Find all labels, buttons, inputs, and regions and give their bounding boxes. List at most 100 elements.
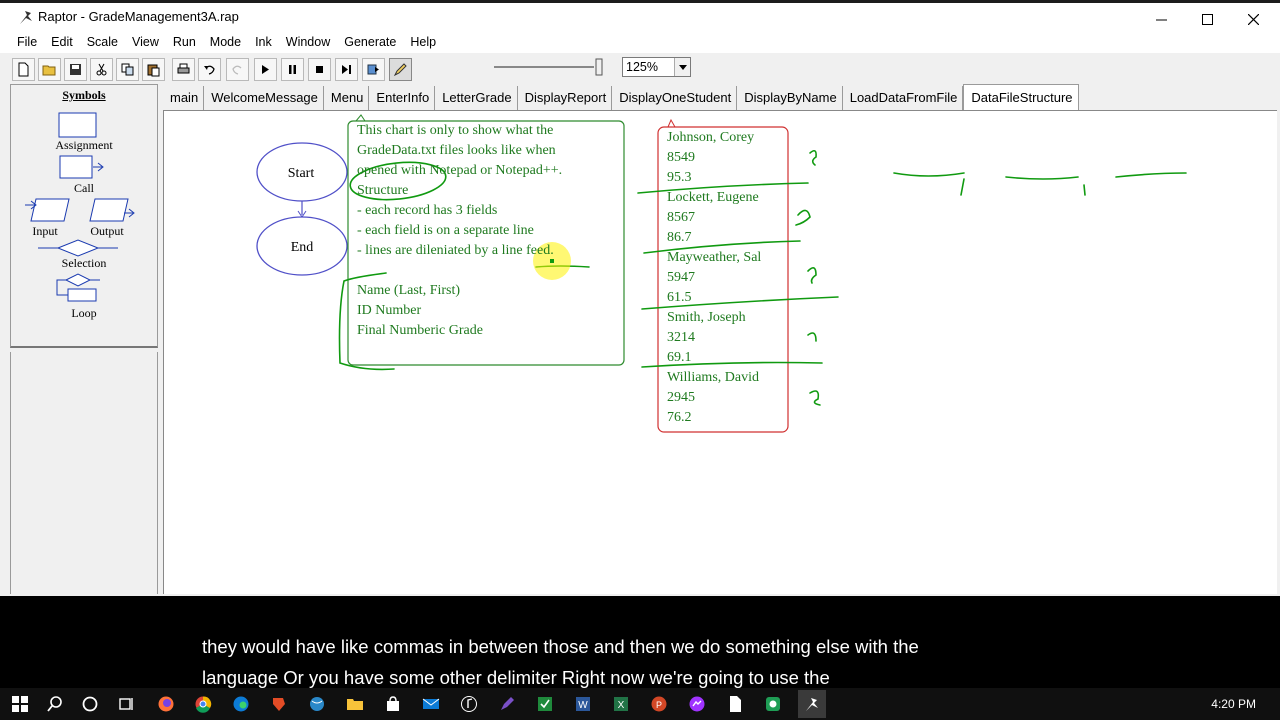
loop-label: Loop [71,306,97,320]
tab-main[interactable]: main [163,86,205,110]
taskbar-excel[interactable]: X [611,694,631,714]
new-file-icon [18,62,29,77]
menu-run[interactable]: Run [166,33,203,53]
start-button[interactable] [10,694,30,714]
comment-line: Name (Last, First) [357,283,461,298]
redo-button[interactable] [226,58,249,81]
cortana-button[interactable] [80,694,100,714]
raptor-app-icon [20,11,32,24]
tab-display-one-student[interactable]: DisplayOneStudent [612,86,738,110]
symbols-lower-area [10,352,158,594]
search-button[interactable] [45,694,65,714]
tab-welcome-message[interactable]: WelcomeMessage [204,86,324,110]
taskbar-firefox[interactable] [156,694,176,714]
tab-data-file-structure[interactable]: DataFileStructure [963,84,1079,110]
menu-file[interactable]: File [10,33,44,53]
play-icon [262,65,269,74]
step-button[interactable] [335,58,358,81]
taskbar-file-explorer[interactable] [345,694,365,714]
menu-ink[interactable]: Ink [248,33,279,53]
taskbar-raptor[interactable] [798,690,826,718]
taskbar-media[interactable] [459,694,479,714]
taskbar-app-10[interactable] [497,694,517,714]
print-button[interactable] [172,58,195,81]
record-name: Williams, David [667,370,759,385]
taskbar-powerpoint[interactable]: P [649,694,669,714]
taskbar-edge[interactable] [231,694,251,714]
task-view-button[interactable] [116,694,136,714]
step-into-button[interactable] [362,58,385,81]
call-symbol[interactable] [59,155,93,179]
output-symbol[interactable] [89,198,129,222]
stop-button[interactable] [308,58,331,81]
svg-text:W: W [578,700,588,711]
assignment-symbol[interactable] [58,112,97,138]
tab-menu[interactable]: Menu [324,86,370,110]
word-icon: W [576,697,590,711]
taskbar-camtasia[interactable] [763,694,783,714]
new-button[interactable] [12,58,35,81]
taskbar-app-5[interactable] [307,694,327,714]
taskbar-app-4[interactable] [269,694,289,714]
taskbar-app-11[interactable] [535,694,555,714]
selection-label: Selection [61,256,107,270]
redo-icon [232,65,242,75]
undo-button[interactable] [198,58,221,81]
step-into-icon [367,64,379,75]
menu-generate[interactable]: Generate [337,33,403,53]
tab-load-data-from-file[interactable]: LoadDataFromFile [843,86,964,110]
music-note-icon [461,696,477,712]
menu-edit[interactable]: Edit [44,33,80,53]
taskbar-mail[interactable] [421,694,441,714]
record-name: Lockett, Eugene [667,190,759,205]
taskbar-word[interactable]: W [573,694,593,714]
menu-mode[interactable]: Mode [203,33,248,53]
menu-window[interactable]: Window [279,33,337,53]
menu-scale[interactable]: Scale [80,33,125,53]
taskbar-chrome[interactable] [193,694,213,714]
loop-symbol[interactable] [64,273,92,287]
zoom-slider[interactable] [490,56,610,78]
taskbar-notepad[interactable] [725,694,745,714]
assignment-label: Assignment [55,138,113,152]
video-caption: they would have like commas in between t… [0,596,1280,688]
maximize-button[interactable] [1184,6,1230,32]
close-button[interactable] [1230,6,1276,32]
tab-display-by-name[interactable]: DisplayByName [737,86,843,110]
zoom-dropdown[interactable]: 125% [622,57,691,77]
minimize-icon [1155,19,1167,20]
undo-icon [204,65,215,75]
input-symbol[interactable] [30,198,70,222]
print-icon [177,63,190,74]
tab-display-report[interactable]: DisplayReport [518,86,613,110]
taskbar-store[interactable] [383,694,403,714]
run-button[interactable] [254,58,277,81]
call-label: Call [74,181,94,195]
tab-letter-grade[interactable]: LetterGrade [435,86,518,110]
selection-symbol[interactable] [56,239,100,257]
menu-view[interactable]: View [125,33,166,53]
pause-icon [289,65,296,74]
chrome-icon [195,696,212,713]
paste-button[interactable] [142,58,165,81]
tab-enter-info[interactable]: EnterInfo [369,86,436,110]
powerpoint-icon: P [651,696,667,712]
copy-button[interactable] [116,58,139,81]
flowchart-canvas[interactable]: Start End This chart is only to show wha… [163,110,1277,594]
step-icon [342,65,351,74]
zoom-slider-thumb[interactable] [595,58,603,76]
menu-help[interactable]: Help [403,33,443,53]
pause-button[interactable] [281,58,304,81]
maximize-icon [1201,13,1213,25]
chevron-down-icon [674,58,690,76]
record-grade: 76.2 [667,410,692,425]
firefox-icon [158,696,174,712]
save-button[interactable] [64,58,87,81]
minimize-button[interactable] [1138,6,1184,32]
cut-button[interactable] [90,58,113,81]
ink-pen-button[interactable] [389,58,412,81]
comment-line: GradeData.txt files looks like when [357,143,556,158]
globe-icon [310,697,324,711]
taskbar-messenger[interactable] [687,694,707,714]
open-button[interactable] [38,58,61,81]
